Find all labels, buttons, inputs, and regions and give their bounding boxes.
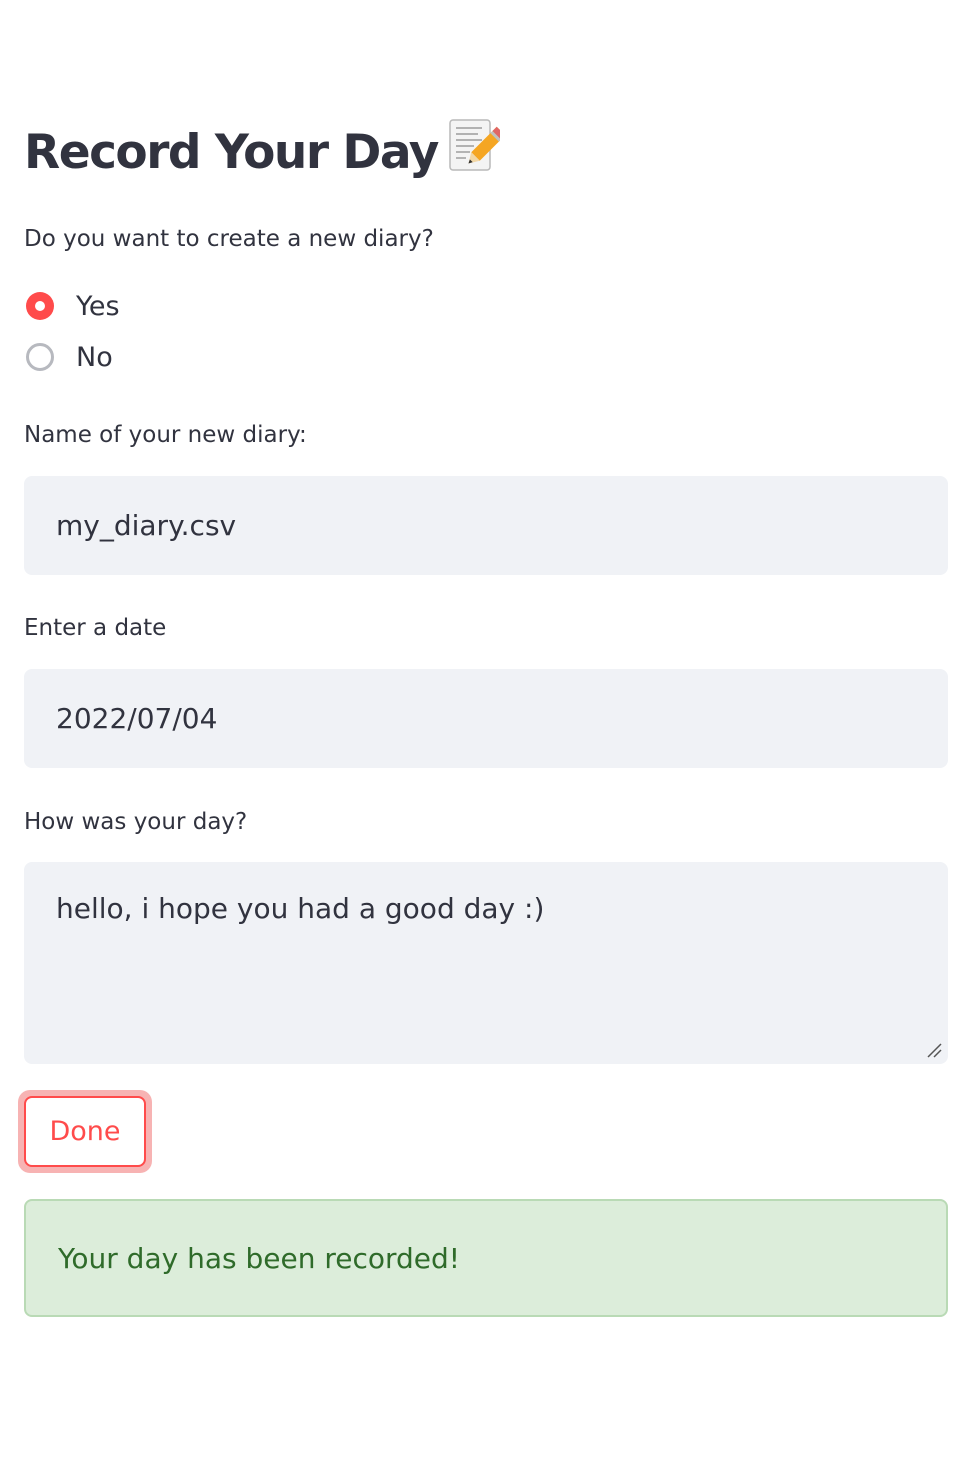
day-entry-text: hello, i hope you had a good day :) [56,892,545,925]
done-button[interactable]: Done [24,1096,146,1167]
memo-pencil-icon [449,119,500,171]
day-entry-textarea[interactable]: hello, i hope you had a good day :) [24,862,948,1064]
radio-unchecked-icon[interactable] [26,343,54,371]
radio-option-yes[interactable]: Yes [26,288,120,324]
radio-option-no[interactable]: No [26,339,113,375]
radio-label-yes: Yes [76,290,120,322]
resize-handle-icon[interactable] [926,1042,942,1058]
day-entry-label: How was your day? [24,809,248,835]
date-label: Enter a date [24,615,167,641]
diary-name-label: Name of your new diary: [24,422,307,448]
page-title-text: Record Your Day [24,125,439,180]
create-diary-question: Do you want to create a new diary? [24,226,434,252]
success-message: Your day has been recorded! [58,1241,461,1275]
success-alert: Your day has been recorded! [24,1199,948,1317]
page-title: Record Your Day [24,118,500,188]
diary-name-input[interactable]: my_diary.csv [24,476,948,575]
date-input[interactable]: 2022/07/04 [24,669,948,768]
radio-checked-icon[interactable] [26,292,54,320]
radio-label-no: No [76,341,113,373]
